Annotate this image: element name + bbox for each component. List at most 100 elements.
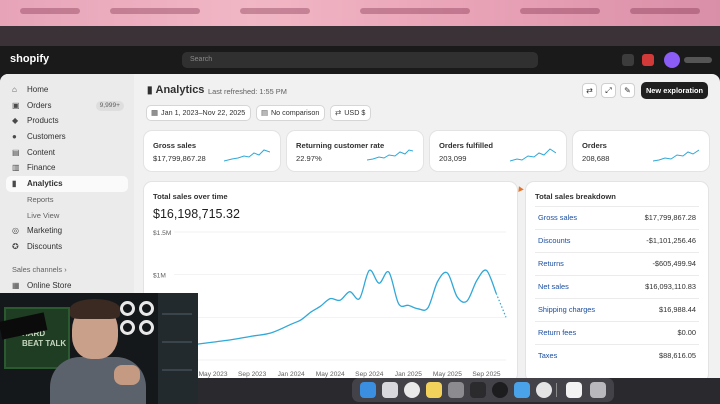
webcam-overlay: HARD BEAT TALK: [0, 293, 198, 404]
sidebar-item-marketing[interactable]: ◎ Marketing: [6, 223, 128, 239]
breakdown-row[interactable]: Gross sales $17,799,867.28: [535, 206, 699, 229]
sidebar-item-online-store[interactable]: ▦ Online Store: [6, 278, 128, 294]
calendar-icon: ▤: [261, 108, 268, 117]
sidebar-item-customers[interactable]: ● Customers: [6, 129, 128, 145]
fullscreen-button[interactable]: ⤢: [601, 83, 616, 98]
breakdown-row-label[interactable]: Shipping charges: [538, 299, 595, 321]
sidebar-item-discounts[interactable]: ✪ Discounts: [6, 239, 128, 255]
kpi-card-returning-customer-rate[interactable]: Returning customer rate 22.97%: [287, 131, 423, 171]
sparkline: [367, 149, 413, 161]
store-icon: ▦: [12, 280, 20, 290]
sidebar-item-live-view[interactable]: Live View: [6, 208, 128, 224]
breakdown-row[interactable]: Net sales $16,093,110.83: [535, 275, 699, 298]
breakdown-row[interactable]: Returns -$605,499.94: [535, 252, 699, 275]
shopify-logo[interactable]: shopify: [10, 53, 49, 65]
sparkline: [224, 149, 270, 162]
sidebar-item-products[interactable]: ◆ Products: [6, 113, 128, 129]
refresh-icon: ⇄: [586, 86, 593, 95]
breakdown-row[interactable]: Taxes $88,616.05: [535, 344, 699, 367]
expand-icon: ⤢: [605, 86, 612, 95]
terminal-icon[interactable]: [470, 382, 486, 398]
sales-breakdown-card: Total sales breakdown Gross sales $17,79…: [526, 182, 708, 378]
bookmark-blur: [520, 8, 600, 14]
sidebar-item-analytics[interactable]: ▮ Analytics: [6, 176, 128, 192]
calendar-icon: ▦: [151, 108, 158, 117]
sidebar-item-finance[interactable]: ▥ Finance: [6, 160, 128, 176]
file-icon: ▤: [12, 147, 20, 157]
bank-icon: ▥: [12, 163, 20, 173]
new-exploration-button[interactable]: New exploration: [641, 82, 708, 99]
trash-icon[interactable]: [590, 382, 606, 398]
x-tick-label: Sep 2024: [355, 371, 384, 378]
total-sales-card: Total sales over time $16,198,715.32 $1.…: [144, 182, 517, 378]
breakdown-row-value: $0.00: [677, 328, 697, 337]
launchpad-icon[interactable]: [382, 382, 398, 398]
breakdown-row-label[interactable]: Return fees: [538, 322, 576, 344]
inbox-icon: ▣: [12, 100, 20, 110]
refresh-button[interactable]: ⇄: [582, 83, 597, 98]
activity-icon[interactable]: [492, 382, 508, 398]
chrome-icon[interactable]: [404, 382, 420, 398]
x-tick-label: Jan 2024: [278, 371, 305, 378]
bookmark-blur: [20, 8, 80, 14]
bell-icon[interactable]: [622, 54, 634, 66]
sales-channels-heading[interactable]: Sales channels ›: [0, 262, 134, 278]
background-shelf: [158, 293, 198, 404]
breakdown-row[interactable]: Return fees $0.00: [535, 321, 699, 344]
breakdown-row-label[interactable]: Discounts: [538, 230, 570, 252]
currency-filter[interactable]: ⇄ USD $: [330, 105, 372, 121]
sidebar-item-label: Products: [27, 116, 59, 126]
search-input[interactable]: Search: [182, 52, 538, 68]
alert-icon[interactable]: [642, 54, 654, 66]
kpi-label: Gross sales: [153, 141, 197, 150]
edit-button[interactable]: ✎: [620, 83, 635, 98]
sidebar-item-label: Finance: [27, 163, 56, 173]
kpi-card-orders[interactable]: Orders 208,688: [573, 131, 709, 171]
sidebar-item-label: Customers: [27, 132, 66, 142]
sidebar-item-content[interactable]: ▤ Content: [6, 145, 128, 161]
sales-line-chart[interactable]: $1.5M $1M May 2023 Sep 2023 Jan 2024 May 2024…: [144, 182, 517, 378]
x-tick-label: May 2025: [433, 371, 462, 378]
date-range-filter[interactable]: ▦ Jan 1, 2023–Nov 22, 2025: [146, 105, 252, 121]
bookmark-blur: [360, 8, 470, 14]
breakdown-row-label[interactable]: Taxes: [538, 345, 557, 367]
kpi-card-gross-sales[interactable]: Gross sales $17,799,867.28: [144, 131, 280, 171]
y-tick-label: $1.5M: [153, 230, 171, 237]
bar-chart-icon: ▮: [12, 179, 17, 189]
sidebar-item-home[interactable]: ⌂ Home: [6, 82, 128, 98]
finder-icon[interactable]: [360, 382, 376, 398]
dock-separator: [556, 383, 557, 397]
notes-icon[interactable]: [426, 382, 442, 398]
store-name[interactable]: [684, 57, 712, 63]
sidebar-item-reports[interactable]: Reports: [6, 192, 128, 208]
chrome-icon[interactable]: [536, 382, 552, 398]
breakdown-row-value: $16,988.44: [659, 305, 696, 314]
page-title: ▮ Analytics: [147, 84, 204, 96]
breakdown-row-label[interactable]: Gross sales: [538, 207, 577, 229]
breakdown-row[interactable]: Discounts -$1,101,256.46: [535, 229, 699, 252]
x-tick-label: Sep 2025: [472, 371, 501, 378]
breakdown-row-value: -$1,101,256.46: [646, 236, 696, 245]
documents-icon[interactable]: [566, 382, 582, 398]
kpi-value: $17,799,867.28: [153, 154, 206, 163]
comparison-filter[interactable]: ▤ No comparison: [256, 105, 326, 121]
system-icon[interactable]: [514, 382, 530, 398]
kpi-card-orders-fulfilled[interactable]: Orders fulfilled 203,099: [430, 131, 566, 171]
breakdown-row-label[interactable]: Net sales: [538, 276, 569, 298]
shopify-top-bar: shopify Search: [0, 46, 720, 74]
avatar[interactable]: [664, 52, 680, 68]
bookmark-blur: [240, 8, 310, 14]
breakdown-row-label[interactable]: Returns: [538, 253, 564, 275]
sidebar-item-label: Reports: [27, 194, 54, 204]
orders-count-badge: 9,999+: [95, 100, 124, 111]
sidebar-item-label: Orders: [27, 100, 52, 110]
browser-tab-strip: [0, 26, 720, 46]
breakdown-title: Total sales breakdown: [535, 192, 616, 201]
breakdown-row[interactable]: Shipping charges $16,988.44: [535, 298, 699, 321]
preview-icon[interactable]: [448, 382, 464, 398]
breakdown-row-value: $16,093,110.83: [645, 282, 696, 291]
sidebar-item-label: Online Store: [27, 280, 72, 290]
sidebar-item-orders[interactable]: ▣ Orders 9,999+: [6, 98, 128, 114]
sidebar-item-label: Content: [27, 147, 56, 157]
sales-series-projection: [495, 293, 507, 318]
